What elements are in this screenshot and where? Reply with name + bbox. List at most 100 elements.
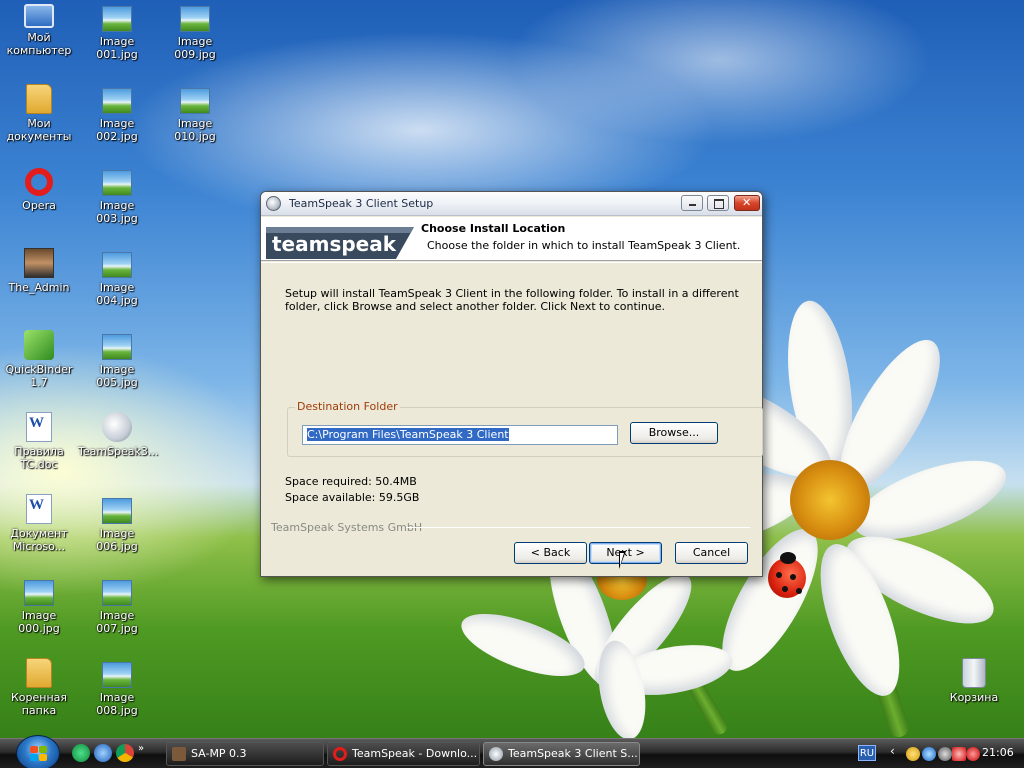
teamspeak-logo: teamspeak — [266, 227, 414, 259]
desktop-icon-the-admin[interactable]: The_Admin — [0, 248, 78, 294]
word-doc-icon — [26, 494, 52, 524]
desktop-icon-teamspeak[interactable]: TeamSpeak3... — [78, 412, 159, 458]
maximize-button[interactable] — [707, 195, 729, 211]
desktop-icon-rules-doc[interactable]: Правила TC.doc — [0, 412, 78, 471]
chrome-icon[interactable] — [116, 744, 134, 762]
desktop-icon-label: QuickBinder 1.7 — [5, 363, 73, 389]
start-button[interactable] — [16, 735, 60, 768]
taskbar-task-teamspeak-setup[interactable]: TeamSpeak 3 Client S... — [483, 742, 640, 766]
desktop-icon-label: Image 010.jpg — [174, 117, 216, 143]
browse-button[interactable]: Browse... — [630, 422, 718, 444]
network-status-icon[interactable] — [922, 747, 936, 761]
desktop-icon-label: Коренная папка — [10, 691, 68, 717]
folder-icon — [26, 84, 52, 114]
taskbar: » SA-MP 0.3 TeamSpeak - Downlo... TeamSp… — [0, 735, 1024, 768]
volume-icon[interactable] — [938, 747, 952, 761]
windows-logo-icon — [30, 746, 48, 762]
brand-text: TeamSpeak Systems GmbH — [271, 521, 423, 534]
desktop-icon-label: Image 006.jpg — [96, 527, 138, 553]
image-icon — [102, 334, 132, 360]
desktop-icon-image-006[interactable]: Image 006.jpg — [78, 494, 156, 553]
quick-launch-more-button[interactable]: » — [138, 744, 144, 764]
desktop-icon-my-computer[interactable]: Мой компьютер — [0, 2, 78, 57]
desktop-icon-label: Image 003.jpg — [96, 199, 138, 225]
image-icon — [180, 6, 210, 32]
tray-expand-icon[interactable]: ‹ — [890, 744, 895, 758]
desktop-icon-image-001[interactable]: Image 001.jpg — [78, 2, 156, 61]
desktop-icon-label: The_Admin — [8, 281, 70, 294]
teamspeak-icon — [102, 412, 132, 442]
desktop-icon-label: TeamSpeak3... — [78, 445, 159, 458]
word-doc-icon — [26, 412, 52, 442]
destination-path-value: C:\Program Files\TeamSpeak 3 Client — [307, 428, 509, 441]
taskbar-task-browser[interactable]: TeamSpeak - Downlo... — [327, 742, 480, 766]
disconnected-icon[interactable] — [952, 747, 966, 761]
desktop-icon-image-008[interactable]: Image 008.jpg — [78, 658, 156, 717]
ladybug — [768, 552, 806, 598]
desktop-icon-label: Мой компьютер — [6, 31, 72, 57]
destination-folder-label: Destination Folder — [295, 400, 400, 413]
desktop-icon-image-002[interactable]: Image 002.jpg — [78, 84, 156, 143]
stop-icon[interactable] — [966, 747, 980, 761]
desktop-icon-label: Image 009.jpg — [174, 35, 216, 61]
back-button[interactable]: < Back — [514, 542, 587, 564]
desktop-icon-root-folder[interactable]: Коренная папка — [0, 658, 78, 717]
messenger-icon[interactable] — [906, 747, 920, 761]
desktop-icon-image-007[interactable]: Image 007.jpg — [78, 576, 156, 635]
desktop-icon-image-005[interactable]: Image 005.jpg — [78, 330, 156, 389]
task-label: TeamSpeak 3 Client S... — [508, 747, 638, 760]
computer-icon — [24, 4, 54, 28]
desktop-icon-label: Мои документы — [6, 117, 72, 143]
setup-dialog: TeamSpeak 3 Client Setup teamspeak Choos… — [260, 191, 763, 577]
desktop-icon-recycle-bin[interactable]: Корзина — [935, 658, 1013, 704]
mouse-cursor — [619, 551, 626, 569]
utorrent-icon[interactable] — [72, 744, 90, 762]
destination-path-field[interactable]: C:\Program Files\TeamSpeak 3 Client — [302, 425, 618, 445]
step-subtitle: Choose the folder in which to install Te… — [427, 239, 741, 252]
wizard-header: teamspeak Choose Install Location Choose… — [261, 217, 762, 261]
clock[interactable]: 21:06 — [982, 746, 1014, 759]
desktop-icon-label: Image 001.jpg — [96, 35, 138, 61]
desktop-icon-image-009[interactable]: Image 009.jpg — [156, 2, 234, 61]
opera-icon — [333, 747, 347, 761]
header-divider — [261, 262, 762, 263]
dialog-title: TeamSpeak 3 Client Setup — [289, 197, 434, 210]
image-icon — [102, 170, 132, 196]
space-available: Space available: 59.5GB — [285, 491, 420, 504]
desktop-icon-quickbinder[interactable]: QuickBinder 1.7 — [0, 330, 78, 389]
network-icon[interactable] — [94, 744, 112, 762]
teamspeak-icon — [266, 196, 281, 211]
desktop-icon-image-000[interactable]: Image 000.jpg — [0, 576, 78, 635]
desktop-icon-microsoft-doc[interactable]: Документ Microso... — [0, 494, 78, 553]
desktop-icon-image-003[interactable]: Image 003.jpg — [78, 166, 156, 225]
desktop-icon-label: Документ Microso... — [10, 527, 68, 553]
desktop-icon-label: Image 004.jpg — [96, 281, 138, 307]
language-indicator[interactable]: RU — [858, 745, 876, 761]
quickbinder-icon — [24, 330, 54, 360]
opera-icon — [25, 168, 53, 196]
desktop-icon-label: Image 002.jpg — [96, 117, 138, 143]
logo-text: teamspeak — [272, 232, 397, 256]
close-button[interactable] — [734, 195, 760, 211]
desktop-icon-label: Корзина — [949, 691, 999, 704]
taskbar-task-samp[interactable]: SA-MP 0.3 — [166, 742, 324, 766]
teamspeak-icon — [489, 747, 503, 761]
image-icon — [102, 498, 132, 524]
desktop-icon-image-010[interactable]: Image 010.jpg — [156, 84, 234, 143]
image-icon — [102, 88, 132, 114]
cancel-button[interactable]: Cancel — [675, 542, 748, 564]
quick-launch: » — [72, 744, 144, 764]
recycle-bin-icon — [962, 658, 986, 688]
minimize-button[interactable] — [681, 195, 703, 211]
desktop-icon-label: Правила TC.doc — [14, 445, 64, 471]
desktop-icon-image-004[interactable]: Image 004.jpg — [78, 248, 156, 307]
intro-text: Setup will install TeamSpeak 3 Client in… — [285, 287, 739, 313]
avatar-icon — [24, 248, 54, 278]
space-info: Space required: 50.4MB Space available: … — [285, 474, 419, 506]
desktop-icon-label: Image 007.jpg — [96, 609, 138, 635]
desktop-icon-my-documents[interactable]: Мои документы — [0, 84, 78, 143]
desktop-icon-opera[interactable]: Opera — [0, 166, 78, 212]
folder-icon — [26, 658, 52, 688]
task-label: SA-MP 0.3 — [191, 747, 247, 760]
dialog-titlebar[interactable]: TeamSpeak 3 Client Setup — [261, 192, 762, 216]
